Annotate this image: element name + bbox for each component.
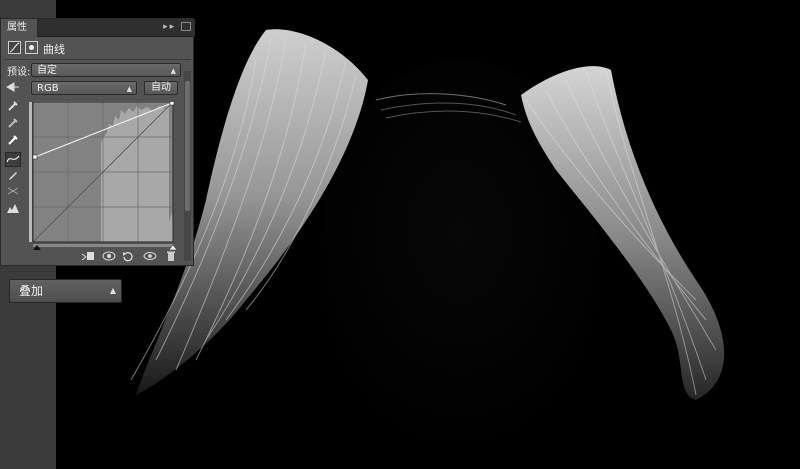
blend-mode-arrows-icon: ▲	[109, 286, 116, 295]
curves-graph[interactable]	[29, 102, 179, 250]
adjustment-title: 曲线	[43, 43, 65, 56]
channel-select[interactable]: RGB ▲	[31, 81, 137, 95]
panel-header: 属性 ▸▸	[1, 19, 195, 37]
blend-mode-select[interactable]: 叠加 ▲	[9, 279, 122, 303]
curve-point-black[interactable]	[32, 154, 38, 160]
tab-properties[interactable]: 属性	[1, 19, 38, 37]
clipping-warning-icon[interactable]	[5, 202, 21, 217]
preset-value: 自定	[37, 65, 57, 76]
panel-footer	[1, 249, 193, 265]
view-previous-state-icon[interactable]	[102, 250, 116, 264]
collapse-icon[interactable]: ▸▸	[163, 22, 176, 32]
draw-curve-pencil-icon[interactable]	[5, 169, 21, 184]
smooth-curve-icon[interactable]	[5, 185, 21, 200]
preset-select[interactable]: 自定 ▲	[31, 63, 181, 77]
blend-mode-value: 叠加	[19, 284, 44, 298]
channel-value: RGB	[37, 83, 59, 94]
black-point-eyedropper-icon[interactable]	[5, 100, 21, 115]
properties-panel: 属性 ▸▸ 曲线 预设: 自定 ▲ RGB ▲ 自动	[0, 18, 195, 266]
curves-adjustment-icon[interactable]	[8, 41, 21, 54]
clip-to-layer-icon[interactable]	[81, 250, 95, 264]
reset-icon[interactable]	[121, 250, 135, 264]
gray-point-eyedropper-icon[interactable]	[5, 117, 21, 132]
output-gradient	[29, 102, 32, 242]
delete-trash-icon[interactable]	[164, 250, 178, 264]
curves-title-row: 曲线	[5, 37, 191, 59]
scrollbar-thumb[interactable]	[185, 81, 190, 211]
layer-mask-icon[interactable]	[25, 41, 38, 54]
preset-label: 预设:	[7, 67, 31, 78]
auto-button[interactable]: 自动	[144, 81, 178, 95]
channel-arrows-icon: ▲	[126, 85, 132, 93]
input-gradient	[33, 244, 173, 247]
panel-scrollbar[interactable]	[184, 71, 191, 261]
edit-points-curve-icon[interactable]	[5, 152, 21, 167]
divider	[3, 59, 191, 60]
curve-point-white[interactable]	[169, 102, 175, 106]
panel-controls: ▸▸	[163, 22, 191, 32]
preset-arrows-icon: ▲	[170, 67, 176, 75]
white-point-eyedropper-icon[interactable]	[5, 134, 21, 149]
visibility-eye-icon[interactable]	[143, 250, 157, 264]
sample-in-image-icon[interactable]	[5, 81, 21, 96]
panel-menu-icon[interactable]	[181, 22, 191, 31]
